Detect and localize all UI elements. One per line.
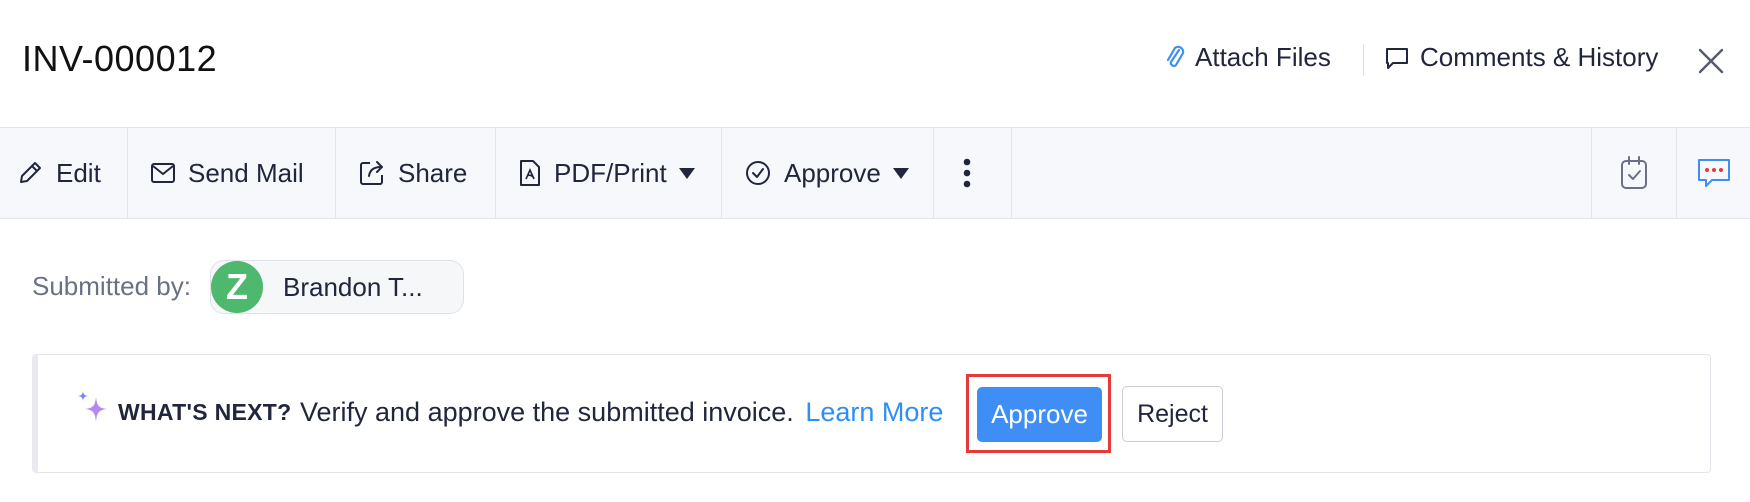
attach-files-label: Attach Files xyxy=(1195,42,1331,72)
whats-next-message: Verify and approve the submitted invoice… xyxy=(300,397,794,427)
pencil-icon xyxy=(20,162,41,183)
reject-button[interactable]: Reject xyxy=(1122,386,1223,442)
whats-next-banner: WHAT'S NEXT? Verify and approve the subm… xyxy=(32,354,1711,473)
send-mail-label: Send Mail xyxy=(188,157,304,188)
comments-history-label: Comments & History xyxy=(1420,42,1659,72)
close-icon xyxy=(1698,48,1724,74)
chat-dots-icon xyxy=(1697,159,1730,187)
comment-icon xyxy=(1386,47,1408,69)
submitter-chip[interactable]: Z Brandon T... xyxy=(210,260,464,314)
close-button[interactable] xyxy=(1696,46,1726,76)
mail-icon xyxy=(151,163,175,183)
paperclip-icon xyxy=(1166,45,1185,67)
share-button[interactable]: Share xyxy=(336,128,496,218)
action-toolbar: Edit Send Mail Share PDF/Print Approve xyxy=(0,127,1750,219)
submitter-name: Brandon T... xyxy=(283,271,423,302)
chevron-down-icon xyxy=(892,167,909,179)
pdf-print-label: PDF/Print xyxy=(554,157,667,188)
comments-history-button[interactable]: Comments & History xyxy=(1384,42,1658,73)
learn-more-link[interactable]: Learn More xyxy=(805,397,943,427)
attach-files-button[interactable]: Attach Files xyxy=(1165,42,1331,73)
avatar: Z xyxy=(211,261,263,313)
approve-button[interactable]: Approve xyxy=(977,387,1102,442)
edit-button[interactable]: Edit xyxy=(0,128,128,218)
more-vertical-icon xyxy=(963,158,970,188)
share-icon xyxy=(360,161,383,185)
send-mail-button[interactable]: Send Mail xyxy=(128,128,336,218)
check-circle-icon xyxy=(746,161,770,185)
whats-next-text: Verify and approve the submitted invoice… xyxy=(300,397,943,428)
sparkle-icon xyxy=(78,391,107,422)
share-label: Share xyxy=(398,157,468,188)
chevron-down-icon xyxy=(678,167,695,179)
approve-dropdown[interactable]: Approve xyxy=(722,128,934,218)
page-header: INV-000012 Attach Files Comments & Histo… xyxy=(0,0,1750,127)
pdf-icon xyxy=(520,160,540,186)
approve-dropdown-label: Approve xyxy=(784,157,881,188)
page-title: INV-000012 xyxy=(22,38,218,79)
whats-next-label: WHAT'S NEXT? xyxy=(118,399,292,425)
tasks-button[interactable] xyxy=(1591,128,1677,218)
edit-label: Edit xyxy=(56,157,101,188)
submitted-by-label: Submitted by: xyxy=(32,271,191,301)
calendar-check-icon xyxy=(1621,156,1647,189)
header-divider xyxy=(1363,44,1364,76)
chat-button[interactable] xyxy=(1677,128,1750,218)
more-options-button[interactable] xyxy=(934,128,1012,218)
pdf-print-dropdown[interactable]: PDF/Print xyxy=(496,128,722,218)
